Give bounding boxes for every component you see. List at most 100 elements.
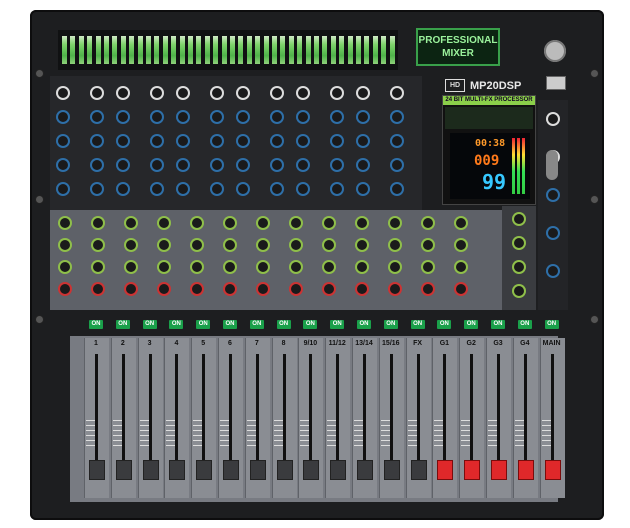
fader-knob[interactable] bbox=[249, 460, 266, 480]
rotary-knob[interactable] bbox=[548, 266, 558, 276]
rotary-knob[interactable] bbox=[212, 136, 222, 146]
rotary-knob[interactable] bbox=[272, 184, 282, 194]
rotary-knob[interactable] bbox=[238, 112, 248, 122]
rotary-knob[interactable] bbox=[178, 88, 188, 98]
channel-on-button[interactable]: ON bbox=[437, 320, 452, 329]
rotary-knob[interactable] bbox=[92, 112, 102, 122]
headphone-jack[interactable] bbox=[546, 150, 558, 180]
rotary-knob[interactable] bbox=[93, 284, 103, 294]
channel-on-button[interactable]: ON bbox=[544, 320, 559, 329]
rotary-knob[interactable] bbox=[392, 88, 402, 98]
rotary-knob[interactable] bbox=[258, 262, 268, 272]
fader-knob[interactable] bbox=[383, 460, 400, 480]
rotary-knob[interactable] bbox=[212, 88, 222, 98]
rotary-knob[interactable] bbox=[358, 88, 368, 98]
rotary-knob[interactable] bbox=[212, 160, 222, 170]
rotary-knob[interactable] bbox=[159, 240, 169, 250]
rotary-knob[interactable] bbox=[548, 190, 558, 200]
rotary-knob[interactable] bbox=[58, 136, 68, 146]
rotary-knob[interactable] bbox=[390, 284, 400, 294]
rotary-knob[interactable] bbox=[358, 184, 368, 194]
rotary-knob[interactable] bbox=[118, 136, 128, 146]
fader-knob[interactable] bbox=[169, 460, 186, 480]
rotary-knob[interactable] bbox=[58, 112, 68, 122]
rotary-knob[interactable] bbox=[324, 262, 334, 272]
rotary-knob[interactable] bbox=[272, 136, 282, 146]
rotary-knob[interactable] bbox=[298, 112, 308, 122]
rotary-knob[interactable] bbox=[298, 160, 308, 170]
rotary-knob[interactable] bbox=[390, 262, 400, 272]
fader-knob[interactable] bbox=[437, 460, 454, 480]
rotary-knob[interactable] bbox=[178, 136, 188, 146]
rotary-knob[interactable] bbox=[159, 218, 169, 228]
rotary-knob[interactable] bbox=[514, 286, 524, 296]
fader-knob[interactable] bbox=[196, 460, 213, 480]
rotary-knob[interactable] bbox=[118, 112, 128, 122]
rotary-knob[interactable] bbox=[272, 160, 282, 170]
rotary-knob[interactable] bbox=[392, 184, 402, 194]
channel-on-button[interactable]: ON bbox=[464, 320, 479, 329]
rotary-knob[interactable] bbox=[272, 112, 282, 122]
rotary-knob[interactable] bbox=[423, 218, 433, 228]
rotary-knob[interactable] bbox=[178, 112, 188, 122]
rotary-knob[interactable] bbox=[456, 240, 466, 250]
rotary-knob[interactable] bbox=[332, 112, 342, 122]
rotary-knob[interactable] bbox=[291, 262, 301, 272]
channel-on-button[interactable]: ON bbox=[357, 320, 371, 329]
rotary-knob[interactable] bbox=[93, 218, 103, 228]
rotary-knob[interactable] bbox=[392, 136, 402, 146]
fader-knob[interactable] bbox=[276, 460, 293, 480]
rotary-knob[interactable] bbox=[357, 240, 367, 250]
channel-on-button[interactable]: ON bbox=[223, 320, 237, 329]
rotary-knob[interactable] bbox=[324, 240, 334, 250]
fader-knob[interactable] bbox=[330, 460, 347, 480]
rotary-knob[interactable] bbox=[92, 160, 102, 170]
rotary-knob[interactable] bbox=[118, 184, 128, 194]
rotary-knob[interactable] bbox=[291, 218, 301, 228]
rotary-knob[interactable] bbox=[258, 218, 268, 228]
rotary-knob[interactable] bbox=[324, 218, 334, 228]
rotary-knob[interactable] bbox=[514, 214, 524, 224]
rotary-knob[interactable] bbox=[298, 88, 308, 98]
rotary-knob[interactable] bbox=[212, 184, 222, 194]
rotary-knob[interactable] bbox=[225, 262, 235, 272]
rotary-knob[interactable] bbox=[548, 114, 558, 124]
rotary-knob[interactable] bbox=[93, 262, 103, 272]
rotary-knob[interactable] bbox=[514, 238, 524, 248]
rotary-knob[interactable] bbox=[60, 284, 70, 294]
rotary-knob[interactable] bbox=[332, 136, 342, 146]
rotary-knob[interactable] bbox=[58, 160, 68, 170]
rotary-knob[interactable] bbox=[298, 184, 308, 194]
rotary-knob[interactable] bbox=[238, 184, 248, 194]
channel-on-button[interactable]: ON bbox=[383, 320, 398, 329]
rotary-knob[interactable] bbox=[152, 88, 162, 98]
rotary-knob[interactable] bbox=[178, 160, 188, 170]
rotary-knob[interactable] bbox=[423, 284, 433, 294]
fader-knob[interactable] bbox=[142, 460, 159, 480]
rotary-knob[interactable] bbox=[332, 160, 342, 170]
fader-knob[interactable] bbox=[491, 460, 507, 480]
rotary-knob[interactable] bbox=[291, 284, 301, 294]
fader-knob[interactable] bbox=[544, 460, 561, 480]
rotary-knob[interactable] bbox=[60, 218, 70, 228]
rotary-knob[interactable] bbox=[358, 112, 368, 122]
channel-on-button[interactable]: ON bbox=[89, 320, 103, 329]
usb-port[interactable] bbox=[546, 76, 566, 90]
rotary-knob[interactable] bbox=[159, 262, 169, 272]
rotary-knob[interactable] bbox=[357, 218, 367, 228]
rotary-knob[interactable] bbox=[126, 218, 136, 228]
rotary-knob[interactable] bbox=[357, 284, 367, 294]
channel-on-button[interactable]: ON bbox=[491, 320, 505, 329]
channel-on-button[interactable]: ON bbox=[169, 320, 184, 329]
fader-knob[interactable] bbox=[223, 460, 239, 480]
rotary-knob[interactable] bbox=[272, 88, 282, 98]
rotary-knob[interactable] bbox=[92, 136, 102, 146]
fader-knob[interactable] bbox=[517, 460, 534, 480]
rotary-knob[interactable] bbox=[118, 88, 128, 98]
rotary-knob[interactable] bbox=[93, 240, 103, 250]
channel-on-button[interactable]: ON bbox=[303, 320, 318, 329]
rotary-knob[interactable] bbox=[456, 284, 466, 294]
rotary-knob[interactable] bbox=[92, 88, 102, 98]
rotary-knob[interactable] bbox=[358, 136, 368, 146]
fader-knob[interactable] bbox=[115, 460, 132, 480]
